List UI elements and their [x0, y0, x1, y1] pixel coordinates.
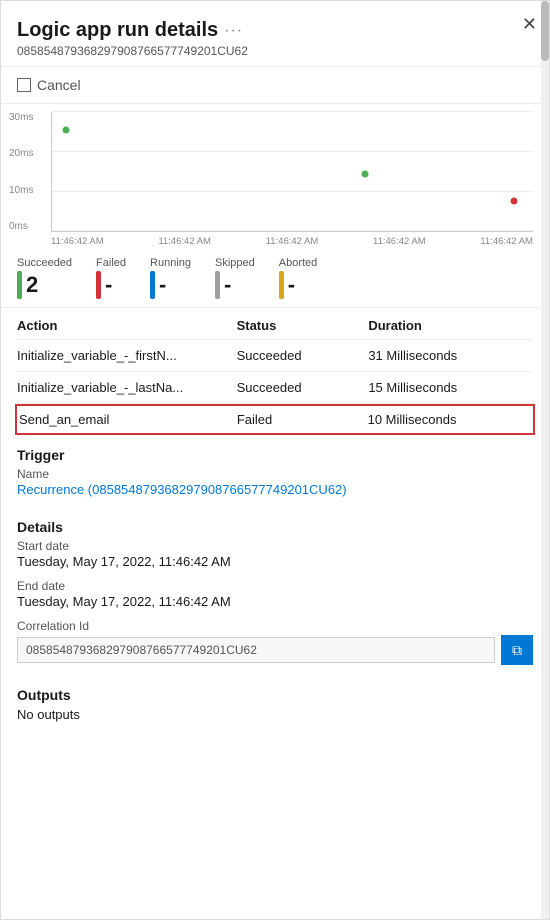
copy-icon: ⧉ — [512, 642, 522, 659]
chart-x-label-3: 11:46:42 AM — [266, 236, 319, 247]
end-date-value: Tuesday, May 17, 2022, 11:46:42 AM — [17, 594, 533, 609]
start-date-label: Start date — [17, 539, 533, 553]
trigger-section-title: Trigger — [17, 447, 533, 463]
status-succeeded-label: Succeeded — [17, 257, 72, 269]
action-name: Initialize_variable_-_lastNa... — [17, 380, 237, 395]
table-header: Action Status Duration — [17, 308, 533, 340]
action-status: Succeeded — [237, 380, 369, 395]
logic-app-run-details-panel: Logic app run details ··· 08585487936829… — [0, 0, 550, 920]
status-succeeded-count: 2 — [26, 272, 38, 298]
chart-x-label-5: 11:46:42 AM — [480, 236, 533, 247]
no-outputs-label: No outputs — [17, 707, 533, 722]
details-section-title: Details — [17, 519, 533, 535]
status-aborted-bar — [279, 271, 284, 299]
status-skipped-label: Skipped — [215, 257, 255, 269]
correlation-id-input-row: ⧉ — [17, 635, 533, 665]
col-header-duration: Duration — [368, 318, 533, 333]
col-header-action: Action — [17, 318, 237, 333]
status-failed-bar — [96, 271, 101, 299]
chart-x-label-1: 11:46:42 AM — [51, 236, 104, 247]
status-aborted: Aborted - — [279, 257, 318, 299]
status-failed-label: Failed — [96, 257, 126, 269]
actions-table: Action Status Duration Initialize_variab… — [1, 308, 549, 435]
chart-y-label-10ms: 10ms — [9, 185, 33, 196]
panel-title: Logic app run details — [17, 19, 218, 42]
action-name: Initialize_variable_-_firstN... — [17, 348, 237, 363]
chart-x-labels: 11:46:42 AM 11:46:42 AM 11:46:42 AM 11:4… — [51, 234, 533, 249]
status-running-bar — [150, 271, 155, 299]
correlation-id-input[interactable] — [17, 637, 495, 663]
outputs-title: Outputs — [17, 687, 533, 703]
chart-container: 30ms 20ms 10ms 0ms 11:46:42 AM 11:46:42 … — [1, 104, 549, 249]
status-badges-row: Succeeded 2 Failed - Running - Skipped — [1, 249, 549, 308]
panel-run-id: 085854879368297908766577749201CU62 — [17, 44, 533, 58]
panel-header: Logic app run details ··· 08585487936829… — [1, 1, 549, 67]
status-succeeded: Succeeded 2 — [17, 257, 72, 299]
trigger-name-row: Name Recurrence (08585487936829790876657… — [17, 467, 533, 497]
trigger-section: Trigger Name Recurrence (085854879368297… — [1, 435, 549, 497]
trigger-name-label: Name — [17, 467, 533, 481]
status-running: Running - — [150, 257, 191, 299]
table-row[interactable]: Initialize_variable_-_firstN... Succeede… — [17, 340, 533, 372]
chart-inner — [51, 112, 533, 232]
copy-correlation-id-button[interactable]: ⧉ — [501, 635, 533, 665]
chart-x-label-4: 11:46:42 AM — [373, 236, 426, 247]
col-header-status: Status — [237, 318, 369, 333]
status-failed: Failed - — [96, 257, 126, 299]
action-duration: 10 Milliseconds — [368, 412, 531, 427]
status-skipped-count: - — [224, 272, 231, 298]
cancel-area: Cancel — [1, 67, 549, 104]
status-aborted-label: Aborted — [279, 257, 318, 269]
status-succeeded-bar — [17, 271, 22, 299]
end-date-label: End date — [17, 579, 533, 593]
scrollbar[interactable] — [541, 1, 549, 919]
close-button[interactable]: ✕ — [522, 15, 537, 33]
trigger-name-value[interactable]: Recurrence (0858548793682979087665777492… — [17, 482, 533, 497]
table-row-selected[interactable]: Send_an_email Failed 10 Milliseconds — [15, 404, 535, 435]
cancel-label: Cancel — [37, 77, 81, 93]
status-aborted-count: - — [288, 272, 295, 298]
chart-x-label-2: 11:46:42 AM — [158, 236, 211, 247]
status-failed-count: - — [105, 272, 112, 298]
chart-y-label-30ms: 30ms — [9, 112, 33, 123]
action-duration: 15 Milliseconds — [368, 380, 533, 395]
action-status: Failed — [237, 412, 368, 427]
start-date-value: Tuesday, May 17, 2022, 11:46:42 AM — [17, 554, 533, 569]
status-skipped-bar — [215, 271, 220, 299]
status-running-count: - — [159, 272, 166, 298]
action-duration: 31 Milliseconds — [368, 348, 533, 363]
chart-dot-green — [63, 126, 70, 133]
scrollbar-thumb[interactable] — [541, 1, 549, 61]
details-section: Details Start date Tuesday, May 17, 2022… — [1, 507, 549, 665]
cancel-checkbox[interactable] — [17, 78, 31, 92]
start-date-row: Start date Tuesday, May 17, 2022, 11:46:… — [17, 539, 533, 569]
chart-y-label-0ms: 0ms — [9, 221, 33, 232]
correlation-id-row: Correlation Id ⧉ — [17, 619, 533, 665]
more-menu-button[interactable]: ··· — [224, 22, 243, 40]
status-running-label: Running — [150, 257, 191, 269]
end-date-row: End date Tuesday, May 17, 2022, 11:46:42… — [17, 579, 533, 609]
action-name: Send_an_email — [19, 412, 237, 427]
outputs-section: Outputs No outputs — [1, 675, 549, 722]
chart-y-label-20ms: 20ms — [9, 148, 33, 159]
action-status: Succeeded — [237, 348, 369, 363]
table-row[interactable]: Initialize_variable_-_lastNa... Succeede… — [17, 372, 533, 404]
correlation-id-label: Correlation Id — [17, 619, 533, 633]
chart-dot-green2 — [361, 170, 368, 177]
chart-dot-red — [510, 198, 517, 205]
status-skipped: Skipped - — [215, 257, 255, 299]
